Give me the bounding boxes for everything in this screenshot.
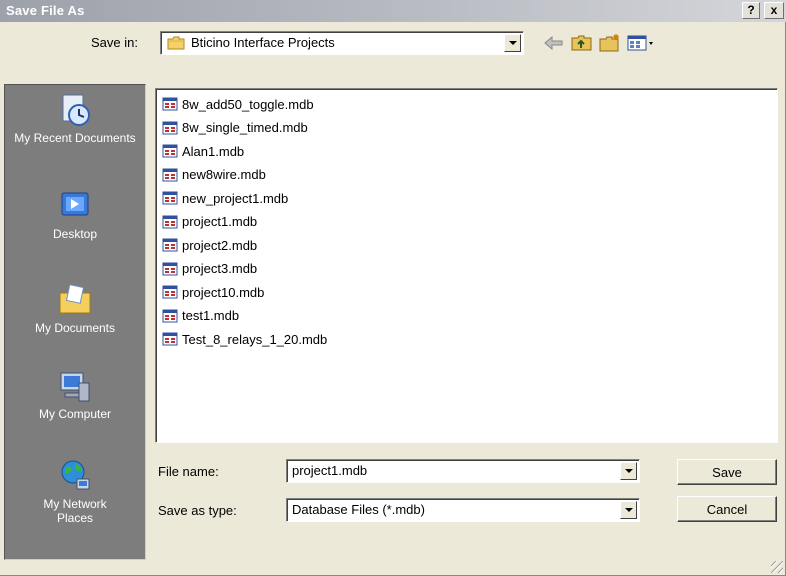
database-file-icon [162, 332, 178, 346]
database-file-icon [162, 121, 178, 134]
file-name-text: project3.mdb [182, 261, 258, 276]
place-label: My Computer [38, 407, 112, 421]
file-name-text: project10.mdb [182, 284, 265, 300]
database-file-icon [162, 191, 178, 205]
save-file-dialog: Save File As ? x Save in: Bticino Interf… [0, 0, 786, 576]
folder-icon [167, 36, 185, 50]
place-label: My Network Places [43, 497, 107, 525]
file-name-text: new_project1.mdb [182, 190, 289, 206]
place-my-computer[interactable]: My Computer [5, 369, 145, 421]
save-in-dropdown[interactable]: Bticino Interface Projects [160, 31, 524, 55]
save-as-type-dropdown[interactable]: Database Files (*.mdb) [286, 498, 640, 522]
file-name-text: Alan1.mdb [182, 143, 245, 159]
file-name-text: 8w_add50_toggle.mdb [182, 96, 314, 112]
file-list-item[interactable]: project10.mdb [162, 283, 264, 301]
database-file-icon [162, 215, 178, 228]
file-name-text: 8w_single_timed.mdb [182, 120, 308, 135]
database-file-icon [162, 309, 178, 322]
title-bar[interactable]: Save File As ? x [0, 0, 786, 22]
file-list-item[interactable]: Test_8_relays_1_20.mdb [162, 330, 327, 348]
place-my-documents[interactable]: My Documents [5, 283, 145, 335]
file-name-input[interactable]: project1.mdb [292, 463, 367, 478]
view-menu-icon[interactable] [626, 33, 656, 53]
database-file-icon [162, 144, 178, 158]
help-button[interactable]: ? [742, 2, 760, 19]
database-file-icon [162, 262, 178, 275]
back-icon[interactable] [542, 33, 566, 53]
file-name-label: File name: [158, 464, 219, 479]
place-network-places[interactable]: My Network Places [5, 459, 145, 525]
database-file-icon [162, 285, 178, 299]
places-bar: My Recent Documents Desktop My Documents [4, 84, 146, 560]
file-name-text: test1.mdb [182, 308, 240, 323]
file-name-text: new8wire.mdb [182, 167, 266, 182]
file-list-item[interactable]: new8wire.mdb [162, 166, 266, 184]
place-label: My Documents [34, 321, 116, 335]
up-folder-icon[interactable] [570, 33, 594, 53]
close-button[interactable]: x [764, 2, 784, 19]
file-list-item[interactable]: project2.mdb [162, 236, 257, 254]
database-file-icon [162, 168, 178, 181]
file-list-item[interactable]: test1.mdb [162, 307, 239, 325]
new-folder-icon[interactable] [598, 33, 622, 53]
file-list-item[interactable]: project1.mdb [162, 213, 257, 231]
place-label: Desktop [52, 227, 98, 241]
save-as-type-label: Save as type: [158, 503, 237, 518]
desktop-icon [61, 192, 89, 216]
place-desktop[interactable]: Desktop [5, 189, 145, 241]
file-list-item[interactable]: new_project1.mdb [162, 189, 288, 207]
my-documents-icon [59, 284, 91, 314]
file-list-item[interactable]: project3.mdb [162, 260, 257, 278]
network-places-icon [61, 460, 90, 490]
save-in-value: Bticino Interface Projects [191, 35, 335, 50]
recent-documents-icon [62, 94, 90, 126]
database-file-icon [162, 238, 178, 252]
file-name-dropdown-arrow[interactable] [620, 462, 637, 480]
file-list-item[interactable]: 8w_single_timed.mdb [162, 119, 308, 137]
save-as-type-dropdown-arrow[interactable] [620, 501, 637, 519]
place-label: My Recent Documents [14, 131, 136, 145]
save-as-type-value: Database Files (*.mdb) [292, 502, 425, 517]
file-name-text: project2.mdb [182, 237, 258, 253]
file-list-item[interactable]: Alan1.mdb [162, 142, 244, 160]
file-name-text: project1.mdb [182, 214, 258, 229]
my-computer-icon [60, 372, 90, 402]
database-file-icon [162, 97, 178, 111]
resize-grip[interactable] [771, 561, 783, 573]
file-name-text: Test_8_relays_1_20.mdb [182, 331, 328, 347]
window-title: Save File As [6, 3, 85, 18]
cancel-button[interactable]: Cancel [677, 496, 777, 522]
save-in-label: Save in: [91, 35, 138, 50]
save-in-dropdown-arrow[interactable] [504, 34, 521, 52]
place-recent-documents[interactable]: My Recent Documents [5, 93, 145, 145]
file-list[interactable]: 8w_add50_toggle.mdb 8w_single_timed.mdb Al… [155, 88, 778, 443]
file-list-item[interactable]: 8w_add50_toggle.mdb [162, 95, 314, 113]
file-name-combo[interactable]: project1.mdb [286, 459, 640, 483]
save-button[interactable]: Save [677, 459, 777, 485]
